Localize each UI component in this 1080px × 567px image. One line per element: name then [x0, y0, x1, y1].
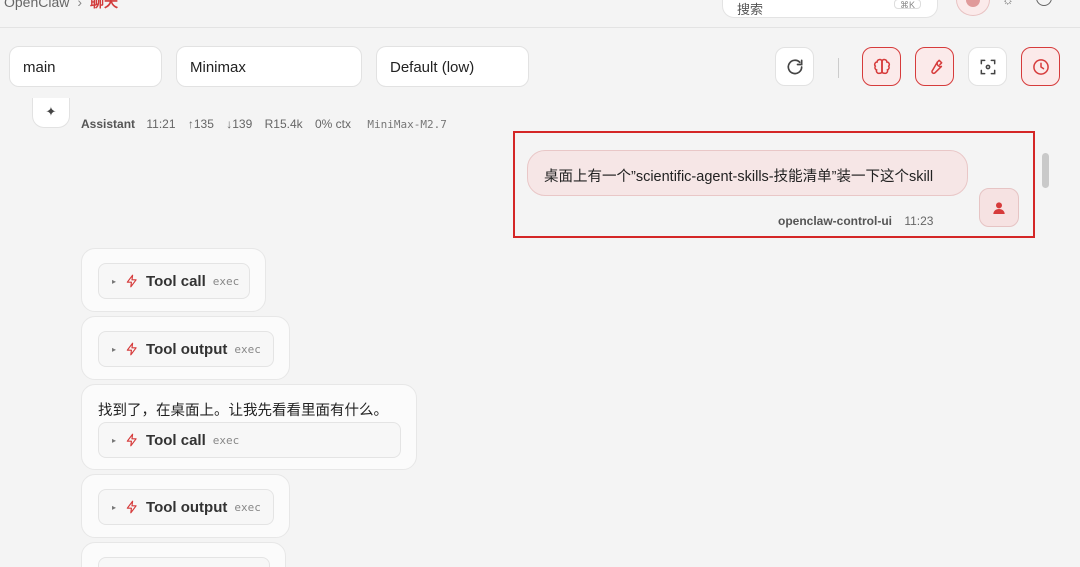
expand-caret-icon: ▸: [112, 344, 117, 354]
tool-label: Tool output: [146, 340, 228, 358]
tokens-out: ↓139: [226, 117, 253, 131]
wrench-icon: [930, 59, 942, 74]
tool-output-row[interactable]: ▸ Tool output exec: [98, 489, 274, 525]
brain-icon: [873, 58, 890, 74]
tool-row-partial[interactable]: [98, 557, 270, 567]
tool-tag: exec: [212, 433, 240, 447]
mic-button[interactable]: [956, 0, 990, 16]
theme-icon[interactable]: ☼: [1002, 0, 1014, 7]
user-message-bubble: 桌面上有一个”scientific-agent-skills-技能清单”装一下这…: [527, 150, 968, 196]
context-usage: 0% ctx: [314, 117, 351, 131]
assistant-text: 找到了，在桌面上。让我先看看里面有什么。: [98, 403, 388, 419]
user-time: 11:23: [904, 214, 934, 228]
tool-tag: exec: [234, 342, 261, 356]
tokens-in: ↑135: [187, 117, 214, 131]
breadcrumb: OpenClaw › 聊天: [4, 0, 118, 12]
tool-tag: exec: [234, 500, 261, 514]
tool-output-row[interactable]: ▸ Tool output exec: [98, 331, 274, 367]
tool-label: Tool call: [146, 272, 206, 290]
scrollbar[interactable]: [1042, 153, 1049, 188]
refresh-button[interactable]: [775, 47, 814, 86]
expand-caret-icon: ▸: [112, 276, 117, 286]
history-button[interactable]: [1021, 47, 1060, 86]
top-bar: OpenClaw › 聊天 搜索 ⌘K ☼: [0, 0, 1080, 28]
focus-button[interactable]: [968, 47, 1007, 86]
search-shortcut: ⌘K: [893, 0, 921, 9]
expand-caret-icon: ▸: [112, 435, 117, 445]
message-card: 找到了，在桌面上。让我先看看里面有什么。 ▸ Tool call exec: [81, 384, 417, 470]
session-select[interactable]: main: [9, 46, 162, 87]
lightning-icon: [126, 433, 137, 447]
breadcrumb-separator: ›: [77, 0, 83, 10]
info-icon[interactable]: [1036, 0, 1052, 6]
search-box[interactable]: 搜索 ⌘K: [722, 0, 938, 18]
message-card: ▸ Tool call exec: [81, 248, 266, 312]
message-card: ▸ Tool output exec: [81, 316, 290, 380]
tool-call-row[interactable]: ▸ Tool call exec: [98, 422, 401, 458]
lightning-icon: [126, 500, 137, 514]
assistant-time: 11:21: [146, 117, 176, 131]
expand-caret-icon: ▸: [112, 502, 117, 512]
toolbar-divider: [838, 58, 839, 78]
assistant-role: Assistant: [81, 117, 136, 131]
assistant-avatar: ✦: [32, 98, 70, 128]
tool-label: Tool call: [146, 431, 206, 449]
assistant-meta: Assistant 11:21 ↑135 ↓139 R15.4k 0% ctx …: [81, 117, 447, 131]
focus-icon: [980, 59, 995, 74]
breadcrumb-current: 聊天: [90, 0, 119, 10]
user-meta: openclaw-control-ui 11:23: [778, 214, 933, 228]
model-select[interactable]: Minimax: [176, 46, 362, 87]
mic-icon: [966, 0, 980, 7]
user-avatar: [979, 188, 1019, 227]
tools-toggle-button[interactable]: [915, 47, 954, 86]
assistant-model: MiniMax-M2.7: [367, 118, 447, 131]
clock-icon: [1032, 58, 1049, 75]
cache-read: R15.4k: [264, 117, 303, 131]
thinking-select[interactable]: Default (low): [376, 46, 529, 87]
user-sender: openclaw-control-ui: [778, 214, 892, 228]
user-icon: [993, 201, 1005, 214]
refresh-icon: [787, 58, 802, 74]
assistant-avatar-icon: ✦: [45, 104, 57, 119]
tool-call-row[interactable]: ▸ Tool call exec: [98, 263, 250, 299]
tool-label: Tool output: [146, 498, 228, 516]
search-placeholder: 搜索: [737, 2, 764, 17]
message-card: ▸ Tool output exec: [81, 474, 290, 538]
message-card: [81, 542, 286, 567]
tool-tag: exec: [212, 274, 240, 288]
lightning-icon: [126, 342, 137, 356]
lightning-icon: [126, 274, 137, 288]
thinking-toggle-button[interactable]: [862, 47, 901, 86]
breadcrumb-root[interactable]: OpenClaw: [4, 0, 69, 10]
